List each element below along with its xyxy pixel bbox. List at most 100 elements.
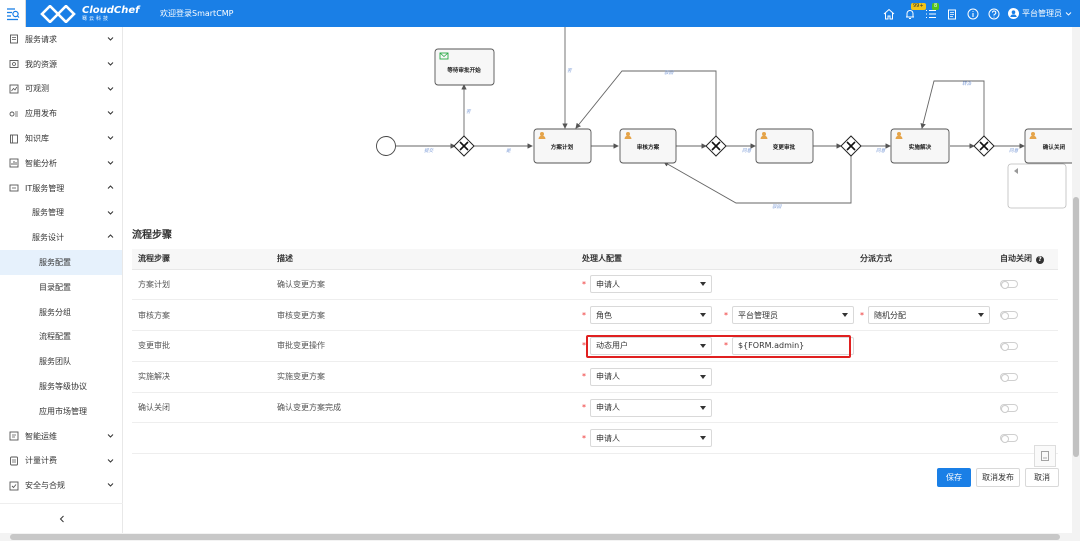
edge-label: 驳回 [664, 70, 675, 76]
horizontal-scrollbar-thumb[interactable] [10, 534, 1060, 540]
sidebar-item-process-config[interactable]: 流程配置 [0, 325, 122, 350]
user-task-icon [540, 132, 544, 136]
clipboard-icon [948, 9, 956, 19]
sidebar-item-service-management[interactable]: 服务管理 [0, 201, 122, 226]
home-icon [883, 8, 895, 19]
handler-select[interactable]: 角色 [590, 306, 712, 325]
sidebar-item-app-market[interactable]: 应用市场管理 [0, 399, 122, 424]
caret-down-icon [700, 282, 706, 287]
sidebar-item-label: 我的资源 [25, 59, 57, 69]
start-event[interactable] [376, 136, 396, 156]
handler-select[interactable]: 申请人 [590, 275, 712, 294]
vertical-scrollbar-thumb[interactable] [1073, 197, 1079, 457]
sidebar-item-billing[interactable]: 计量计费 [0, 449, 122, 474]
node-plan[interactable]: 方案计划 [533, 128, 592, 164]
auto-close-toggle[interactable] [1000, 434, 1018, 444]
caret-down-icon [700, 436, 706, 441]
brand[interactable]: CloudChef 骞云科技 [40, 4, 160, 23]
required-marker: * [582, 372, 586, 382]
caret-down-icon [700, 405, 706, 410]
gateway-3[interactable] [840, 135, 862, 157]
caret-down-icon [842, 313, 848, 318]
home-button[interactable] [882, 7, 896, 21]
sidebar-item-service-team[interactable]: 服务团队 [0, 349, 122, 374]
auto-close-toggle[interactable] [1000, 311, 1018, 321]
sidebar-item-label: 服务请求 [25, 34, 57, 44]
sidebar-item-it-service-management[interactable]: IT服务管理 [0, 176, 122, 201]
auto-close-toggle[interactable] [1000, 372, 1018, 382]
auto-close-toggle[interactable] [1000, 403, 1018, 413]
chevron-down-icon [107, 483, 114, 488]
clipboard-button[interactable] [945, 7, 959, 21]
table-row: 变更审批 审批变更操作 * 动态用户 * ${FORM.admin} [132, 330, 1058, 362]
auto-close-toggle[interactable] [1000, 280, 1018, 290]
gateway-4[interactable] [973, 135, 995, 157]
help-icon[interactable]: ? [1036, 256, 1044, 265]
auto-close-toggle[interactable] [1000, 341, 1018, 351]
sidebar-item-service-request[interactable]: 服务请求 [0, 27, 122, 52]
edge-label: 驳回 [772, 204, 783, 210]
welcome-text: 欢迎登录SmartCMP [160, 9, 234, 18]
sidebar-item-label: 计量计费 [25, 456, 57, 466]
cancel-button[interactable]: 取消 [1025, 468, 1059, 487]
chevron-down-icon [107, 433, 114, 438]
sidebar-item-smart-ops[interactable]: 智能运维 [0, 424, 122, 449]
unpublish-button[interactable]: 取消发布 [976, 468, 1020, 487]
notification-button[interactable]: 99+ [903, 2, 926, 21]
chevron-down-icon [107, 136, 114, 140]
chevron-down-icon [1065, 12, 1072, 16]
sidebar-item-security-compliance[interactable]: 安全与合规 [0, 473, 122, 498]
save-button[interactable]: 保存 [937, 468, 971, 487]
cell-step: 审核方案 [132, 299, 271, 332]
sidebar-item-service-config[interactable]: 服务配置 [0, 250, 122, 275]
sidebar-item-label: 目录配置 [39, 282, 71, 292]
sidebar-item-observability[interactable]: 可观测 [0, 77, 122, 102]
sidebar-item-app-release[interactable]: 应用发布 [0, 101, 122, 126]
sidebar-item-label: 服务分组 [39, 307, 71, 317]
caret-down-icon [700, 313, 706, 318]
role-select[interactable]: 平台管理员 [732, 306, 854, 325]
handler-select[interactable]: 申请人 [590, 398, 712, 417]
node-implement[interactable]: 实施解决 [890, 128, 950, 164]
sidebar-item-smart-analysis[interactable]: 智能分析 [0, 151, 122, 176]
cell-step: 方案计划 [132, 269, 271, 301]
brand-subtitle: 骞云科技 [82, 15, 111, 22]
sidebar-collapse-button[interactable] [0, 503, 123, 533]
sidebar-item-knowledge-base[interactable]: 知识库 [0, 126, 122, 151]
vertical-scrollbar[interactable] [1072, 27, 1080, 533]
info-button[interactable] [966, 7, 980, 21]
handler-select[interactable]: 动态用户 [590, 336, 712, 355]
sidebar-item-sla[interactable]: 服务等级协议 [0, 374, 122, 399]
section-title: 流程步骤 [132, 230, 172, 241]
chevron-left-icon [59, 515, 64, 522]
node-wait-approval[interactable]: 等待审批开始 [434, 48, 495, 86]
handler-select[interactable]: 申请人 [590, 429, 712, 448]
sidebar-item-service-design[interactable]: 服务设计 [0, 225, 122, 250]
sidebar-item-service-group[interactable]: 服务分组 [0, 300, 122, 325]
edge-label: 同意 [876, 148, 886, 154]
diagram-side-panel[interactable] [1007, 163, 1067, 209]
bookmark-float-button[interactable] [1034, 445, 1056, 467]
table-row: * 申请人 [132, 422, 1058, 455]
handler-select[interactable]: 申请人 [590, 367, 712, 386]
gateway-2[interactable] [705, 135, 727, 157]
sidebar-item-catalog-config[interactable]: 目录配置 [0, 275, 122, 300]
chart-icon [9, 84, 19, 94]
user-task-icon [897, 132, 901, 136]
node-confirm-close[interactable]: 确认关闭 [1024, 128, 1072, 164]
chevron-down-icon [107, 458, 114, 463]
user-menu[interactable]: 平台管理员 [1008, 8, 1072, 19]
help-button[interactable] [987, 7, 1001, 21]
select-value: 申请人 [596, 433, 620, 443]
menu-toggle-button[interactable] [0, 0, 26, 27]
node-review[interactable]: 审核方案 [619, 128, 677, 164]
task-list-button[interactable]: 8 [924, 2, 940, 21]
cell-desc: 确认变更方案 [271, 269, 576, 301]
gateway-1[interactable] [453, 135, 475, 157]
dynamic-user-expression-input[interactable]: ${FORM.admin} [732, 336, 854, 355]
sidebar-item-my-resources[interactable]: 我的资源 [0, 52, 122, 77]
node-change-approval[interactable]: 变更审批 [755, 128, 814, 164]
assign-method-select[interactable]: 随机分配 [868, 306, 990, 325]
cell-step [132, 422, 271, 455]
horizontal-scrollbar[interactable] [0, 533, 1080, 541]
